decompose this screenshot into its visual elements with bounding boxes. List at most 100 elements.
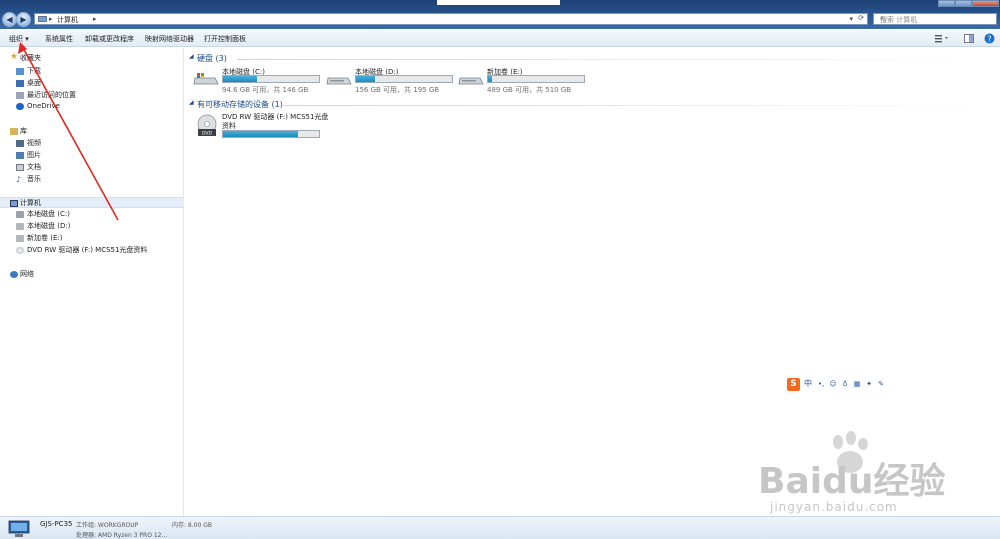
microphone-icon[interactable]: ♁ (840, 379, 850, 389)
drive-usage-bar (222, 75, 320, 83)
sidebar-item-label: OneDrive (27, 102, 60, 110)
sidebar-item-documents[interactable]: 文档 (0, 162, 184, 173)
memory-info: 内存: 8.00 GB (172, 522, 212, 529)
download-folder-icon (16, 68, 24, 75)
watermark-brand: Baidu经验 (758, 461, 946, 502)
sidebar-item-label: 文档 (27, 163, 41, 171)
sidebar-item-pictures[interactable]: 图片 (0, 150, 184, 161)
address-bar[interactable]: ▸ 计算机 ▸ ▾ ⟳ (34, 13, 868, 25)
ime-language-toggle[interactable]: 中 (803, 379, 813, 389)
hard-drive-windows-icon (193, 73, 219, 85)
forward-arrow-icon: ▶ (20, 15, 27, 24)
desktop-icon (16, 80, 24, 87)
drive-tile-e[interactable]: 新加卷 (E:) 489 GB 可用，共 510 GB (458, 66, 598, 94)
navigation-pane: ★ 收藏夹 下载 桌面 最近访问的位置 OneDrive 库 视频 图片 文档 … (0, 48, 184, 516)
group-collapse-icon[interactable]: ◢ (189, 99, 194, 106)
computer-icon (10, 200, 18, 207)
workgroup: 工作组: WORKGROUP (76, 522, 139, 529)
organize-menu[interactable]: 组织 ▾ (9, 34, 29, 44)
dvd-icon (16, 247, 24, 254)
refresh-icon[interactable]: ⟳ (858, 14, 864, 22)
window-controls (936, 0, 1000, 7)
sidebar-item-drive-c[interactable]: 本地磁盘 (C:) (0, 209, 184, 220)
music-icon: ♪ (16, 175, 22, 184)
system-properties-button[interactable]: 系统属性 (45, 34, 73, 44)
drive-usage-fill (356, 76, 376, 82)
drive-tile-d[interactable]: 本地磁盘 (D:) 156 GB 可用，共 195 GB (326, 66, 466, 94)
removable-storage-header[interactable]: 有可移动存储的设备 (1) (197, 99, 283, 110)
punctuation-icon[interactable]: •, (816, 379, 826, 389)
drive-free-space: 94.6 GB 可用，共 146 GB (222, 86, 309, 94)
drive-tile-dvd[interactable]: DVD DVD RW 驱动器 (F:) MCS51光盘 资料 (193, 112, 343, 140)
drive-tile-c[interactable]: 本地磁盘 (C:) 94.6 GB 可用，共 146 GB (193, 66, 333, 94)
sidebar-item-label: 新加卷 (E:) (27, 234, 63, 242)
map-network-drive-button[interactable]: 映射网络驱动器 (145, 34, 194, 44)
dvd-drive-icon: DVD (197, 114, 217, 137)
uninstall-program-button[interactable]: 卸载或更改程序 (85, 34, 134, 44)
sidebar-item-recent[interactable]: 最近访问的位置 (0, 90, 184, 101)
sidebar-item-label: DVD RW 驱动器 (F:) MCS51光盘资料 (27, 246, 148, 254)
documents-icon (16, 164, 24, 171)
sidebar-computer[interactable]: 计算机 (0, 197, 184, 208)
sidebar-item-downloads[interactable]: 下载 (0, 66, 184, 77)
sidebar-item-label: 本地磁盘 (D:) (27, 222, 71, 230)
back-button[interactable]: ◀ (2, 12, 17, 27)
titlebar-blank-area (437, 0, 560, 5)
sidebar-network-label: 网络 (20, 270, 34, 278)
sidebar-item-desktop[interactable]: 桌面 (0, 78, 184, 89)
hard-drives-header[interactable]: 硬盘 (3) (197, 53, 227, 64)
view-options-icon[interactable] (935, 34, 949, 43)
sidebar-item-label: 视频 (27, 139, 41, 147)
close-button[interactable] (972, 0, 999, 7)
help-icon[interactable]: ? (984, 33, 995, 44)
search-box[interactable]: 搜索 计算机 ⌕ (873, 13, 997, 25)
drive-usage-fill (223, 76, 257, 82)
control-panel-button[interactable]: 打开控制面板 (204, 34, 246, 44)
sidebar-item-music[interactable]: ♪ 音乐 (0, 174, 184, 185)
preview-pane-icon[interactable] (964, 34, 974, 43)
maximize-button[interactable] (955, 0, 972, 7)
address-dropdown-icon[interactable]: ▾ (849, 15, 853, 23)
dvd-usage-bar (222, 130, 320, 138)
dvd-name-line1: DVD RW 驱动器 (F:) MCS51光盘 (222, 113, 329, 121)
network-icon (10, 271, 18, 278)
computer-icon (38, 16, 47, 22)
sidebar-item-videos[interactable]: 视频 (0, 138, 184, 149)
sidebar-libraries[interactable]: 库 (0, 126, 184, 137)
computer-icon (8, 520, 30, 537)
group-divider (283, 105, 997, 106)
baidu-watermark: Baidu经验 jingyan.baidu.com (740, 430, 950, 525)
sidebar-item-onedrive[interactable]: OneDrive (0, 101, 184, 112)
hard-drive-icon (458, 77, 484, 85)
skin-icon[interactable]: ✦ (864, 379, 874, 389)
forward-button[interactable]: ▶ (16, 12, 31, 27)
group-collapse-icon[interactable]: ◢ (189, 53, 194, 60)
tools-icon[interactable]: ✎ (876, 379, 886, 389)
sidebar-item-drive-e[interactable]: 新加卷 (E:) (0, 233, 184, 244)
sidebar-item-label: 本地磁盘 (C:) (27, 210, 70, 218)
address-crumb-computer[interactable]: 计算机 (57, 15, 78, 25)
sidebar-item-label: 下载 (27, 67, 41, 75)
address-crumb-chevron[interactable]: ▸ (93, 15, 97, 23)
pictures-icon (16, 152, 24, 159)
group-divider (237, 59, 997, 60)
sogou-logo-icon[interactable]: S (787, 378, 800, 391)
sidebar-item-label: 音乐 (27, 175, 41, 183)
command-toolbar: 组织 ▾ 系统属性 卸载或更改程序 映射网络驱动器 打开控制面板 ? (0, 30, 1000, 47)
sidebar-item-drive-d[interactable]: 本地磁盘 (D:) (0, 221, 184, 232)
minimize-button[interactable] (938, 0, 955, 7)
emoji-icon[interactable]: ☺ (828, 379, 838, 389)
details-pane: GJS-PC35 工作组: WORKGROUP 内存: 8.00 GB 处理器:… (0, 516, 1000, 539)
sidebar-favorites[interactable]: ★ 收藏夹 (0, 52, 184, 64)
search-icon: ⌕ (880, 14, 884, 22)
ime-toolbar: S 中 •, ☺ ♁ ▦ ✦ ✎ (787, 378, 895, 391)
hard-drive-icon (16, 235, 24, 242)
processor-info: 处理器: AMD Ryzen 3 PRO 12... (76, 532, 168, 539)
svg-text:DVD: DVD (202, 131, 212, 137)
star-icon: ★ (10, 52, 19, 62)
cloud-icon (16, 103, 24, 110)
sidebar-network[interactable]: 网络 (0, 269, 184, 280)
sidebar-libraries-label: 库 (20, 127, 27, 135)
keyboard-icon[interactable]: ▦ (852, 379, 862, 389)
sidebar-item-drive-f[interactable]: DVD RW 驱动器 (F:) MCS51光盘资料 (0, 245, 184, 256)
